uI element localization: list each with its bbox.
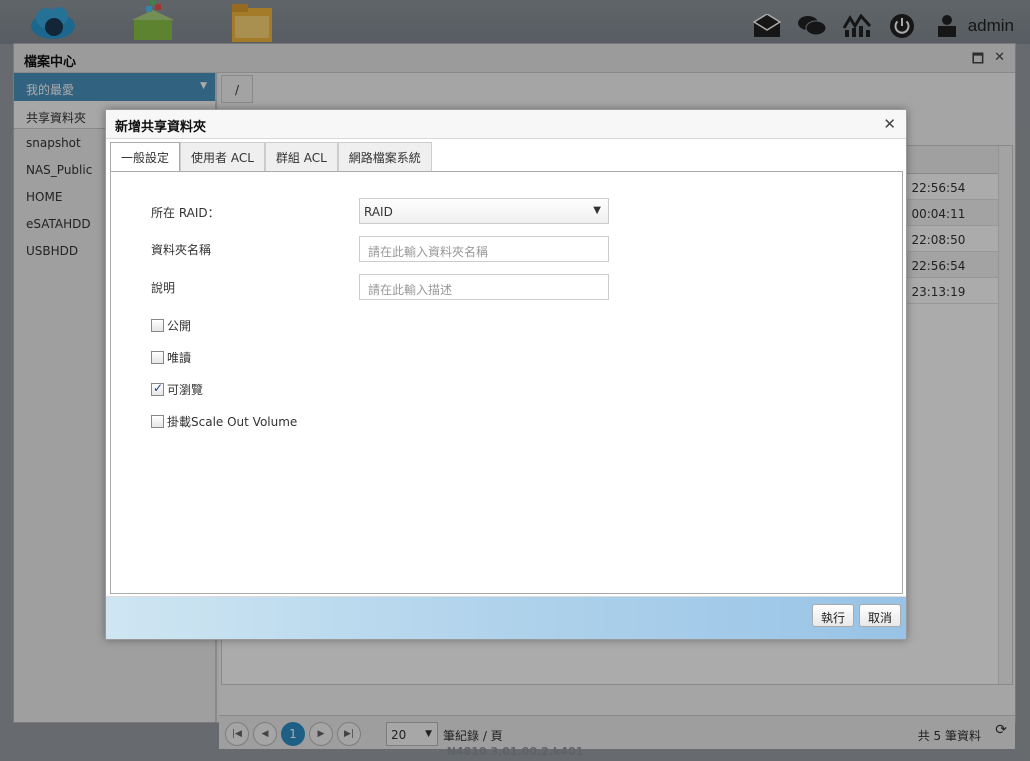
close-icon[interactable]: ✕ xyxy=(883,115,896,133)
raid-label: 所在 RAID： xyxy=(151,206,220,220)
scale-out-label: 掛載Scale Out Volume xyxy=(167,415,298,429)
description-field[interactable]: 請在此輸入描述 xyxy=(359,274,609,300)
browsable-checkbox[interactable] xyxy=(151,381,164,396)
firmware-version: N4810 3.01.00.2.k401 xyxy=(446,745,584,758)
cancel-button[interactable]: 取消 xyxy=(859,604,902,627)
readonly-checkbox-row[interactable]: 唯讀 xyxy=(151,349,191,366)
browsable-label: 可瀏覽 xyxy=(167,383,204,397)
tab-group-acl[interactable]: 群組 ACL xyxy=(264,142,338,171)
readonly-label: 唯讀 xyxy=(167,351,192,365)
dialog-footer: 執行 取消 xyxy=(106,596,906,639)
apply-button[interactable]: 執行 xyxy=(812,604,855,627)
folder-name-field[interactable]: 請在此輸入資料夾名稱 xyxy=(359,236,609,262)
scale-out-checkbox[interactable] xyxy=(151,415,164,428)
public-label: 公開 xyxy=(167,319,192,333)
description-label: 說明 xyxy=(151,281,176,295)
chevron-down-icon: ▼ xyxy=(593,205,601,216)
tab-general[interactable]: 一般設定 xyxy=(110,142,181,172)
tab-user-acl[interactable]: 使用者 ACL xyxy=(180,142,265,171)
readonly-checkbox[interactable] xyxy=(151,351,164,364)
new-shared-folder-dialog: 新增共享資料夾 ✕ 一般設定 使用者 ACL 群組 ACL 網路檔案系統 所在 … xyxy=(105,109,907,640)
general-settings-panel: 所在 RAID： RAID ▼ 資料夾名稱 請在此輸入資料夾名稱 說明 請在此輸… xyxy=(110,171,903,594)
dialog-title-bar: 新增共享資料夾 ✕ xyxy=(106,110,906,139)
raid-select[interactable]: RAID ▼ xyxy=(359,198,609,224)
public-checkbox-row[interactable]: 公開 xyxy=(151,317,191,334)
dialog-tabs: 一般設定 使用者 ACL 群組 ACL 網路檔案系統 xyxy=(110,142,432,172)
tab-nfs[interactable]: 網路檔案系統 xyxy=(337,142,432,171)
folder-name-label: 資料夾名稱 xyxy=(151,243,212,257)
public-checkbox[interactable] xyxy=(151,319,164,332)
scale-out-checkbox-row[interactable]: 掛載Scale Out Volume xyxy=(151,413,297,430)
dialog-title: 新增共享資料夾 xyxy=(115,120,207,135)
browsable-checkbox-row[interactable]: 可瀏覽 xyxy=(151,381,203,398)
raid-select-value: RAID xyxy=(364,205,393,219)
